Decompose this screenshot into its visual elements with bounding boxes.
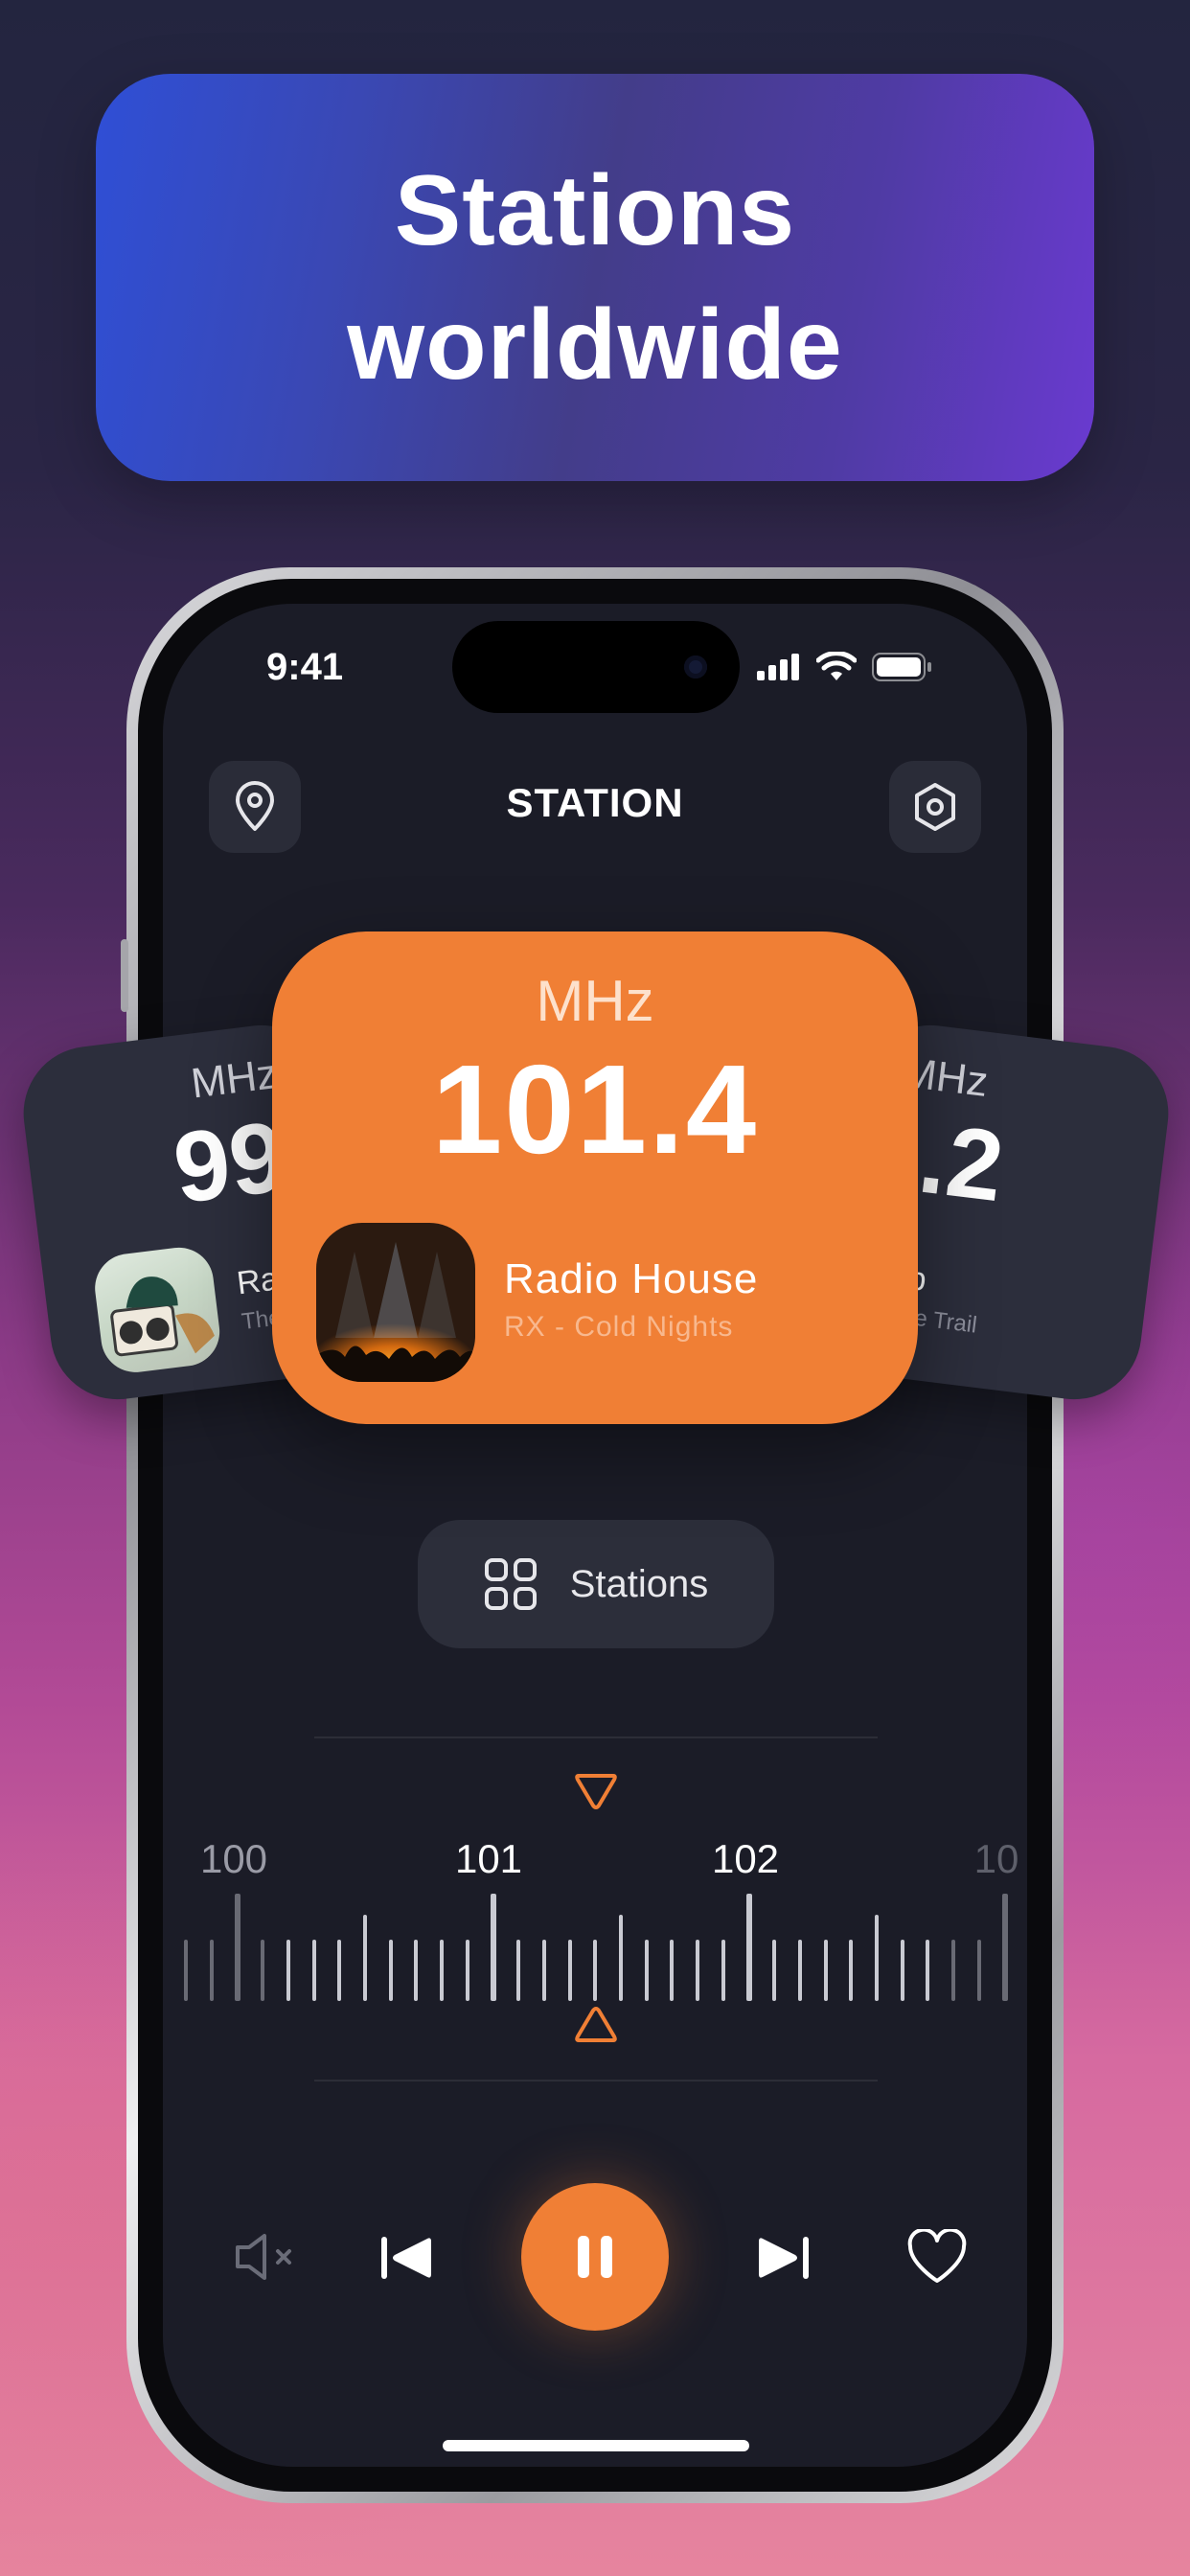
tuner-top-divider — [314, 1736, 878, 1738]
tuner-tick — [696, 1940, 699, 2001]
tuner-bottom-divider — [314, 2080, 878, 2082]
battery-icon — [872, 653, 931, 681]
tuner-tick — [388, 1940, 393, 2001]
favorite-button[interactable] — [904, 2225, 970, 2288]
tuner-tick — [593, 1940, 598, 2001]
tuner-tick — [235, 1894, 241, 2001]
tuner-tick — [618, 1915, 623, 2001]
tuner-tick — [900, 1940, 904, 2001]
tuner-tick — [337, 1940, 342, 2001]
tuner-tick — [541, 1940, 546, 2001]
tuner-bottom-marker-icon[interactable] — [573, 2005, 619, 2045]
tuner-tick — [926, 1940, 930, 2001]
tuner-tick — [209, 1940, 214, 2001]
current-card-frequency: 101.4 — [431, 1039, 759, 1180]
tuner-tick — [286, 1940, 290, 2001]
stations-button[interactable]: Stations — [418, 1520, 774, 1648]
tuner-tick — [721, 1940, 725, 2001]
tuner-tick — [362, 1915, 367, 2001]
phone-bezel: 9:41 STATION Stations 100 101 102 10 — [138, 579, 1052, 2492]
tuner-tick — [261, 1940, 265, 2001]
home-indicator — [443, 2440, 749, 2451]
grid-icon — [484, 1558, 537, 1610]
previous-button[interactable] — [378, 2229, 435, 2287]
play-pause-button[interactable] — [521, 2183, 669, 2331]
current-station-name: Radio House — [504, 1255, 759, 1302]
tuner-tick — [823, 1940, 828, 2001]
radio-artwork-icon — [110, 1276, 215, 1357]
banner-title: Stations worldwide — [347, 154, 843, 401]
tuner-tick — [874, 1915, 879, 2001]
tuner-tick — [951, 1940, 955, 2001]
left-card-artwork — [91, 1243, 224, 1376]
cellular-signal-icon — [757, 654, 799, 680]
status-time: 9:41 — [266, 646, 344, 688]
tuner-tick — [670, 1940, 675, 2001]
tuner-tick — [184, 1940, 188, 2001]
tuner-tick — [1002, 1894, 1009, 2001]
tuner-tick — [516, 1940, 521, 2001]
status-icons — [757, 652, 933, 682]
settings-icon — [915, 783, 955, 831]
tuner-tick — [644, 1940, 649, 2001]
tuner-label-103: 10 — [973, 1836, 1019, 1881]
tuner-tick — [567, 1940, 572, 2001]
tuner-label-101: 101 — [454, 1836, 523, 1881]
stations-label: Stations — [569, 1562, 709, 1605]
next-button[interactable] — [755, 2229, 812, 2287]
current-card-artwork — [316, 1223, 475, 1382]
tuner-tick — [746, 1894, 753, 2001]
phone-frame: 9:41 STATION Stations 100 101 102 10 — [121, 567, 1064, 2503]
dynamic-island — [452, 621, 740, 713]
tuner-tick — [414, 1940, 419, 2001]
station-card-current[interactable]: MHz 101.4 Radio House RX - Cold Nights — [272, 932, 918, 1424]
app-screen: 9:41 STATION Stations 100 101 102 10 — [163, 604, 1027, 2467]
mute-icon — [236, 2234, 291, 2280]
current-track-title: RX - Cold Nights — [504, 1311, 734, 1343]
wifi-icon — [816, 652, 857, 680]
left-card-mhz: MHz — [188, 1049, 281, 1108]
mute-button[interactable] — [228, 2225, 305, 2288]
tuner-tick — [797, 1940, 802, 2001]
concert-artwork-icon — [316, 1242, 475, 1382]
tuner-tick — [311, 1940, 316, 2001]
tuner-tick — [491, 1894, 497, 2001]
promo-banner: Stations worldwide — [96, 74, 1094, 481]
current-card-mhz: MHz — [536, 969, 654, 1033]
tuner-top-marker-icon[interactable] — [573, 1771, 619, 1811]
silent-switch — [121, 939, 128, 1012]
previous-icon — [381, 2237, 431, 2279]
next-icon — [759, 2237, 809, 2279]
settings-button[interactable] — [889, 761, 981, 853]
tuner-tick — [440, 1940, 444, 2001]
tuner-tick — [772, 1940, 777, 2001]
tuner-tick — [465, 1940, 469, 2001]
tuner-label-102: 102 — [711, 1836, 780, 1881]
camera-icon — [684, 656, 707, 678]
tuner-label-100: 100 — [199, 1836, 268, 1881]
pause-icon — [578, 2236, 612, 2278]
heart-icon — [907, 2229, 967, 2283]
tuner-tick — [976, 1940, 981, 2001]
tuner-scale[interactable] — [163, 1886, 1027, 2001]
tuner-tick — [849, 1940, 854, 2001]
